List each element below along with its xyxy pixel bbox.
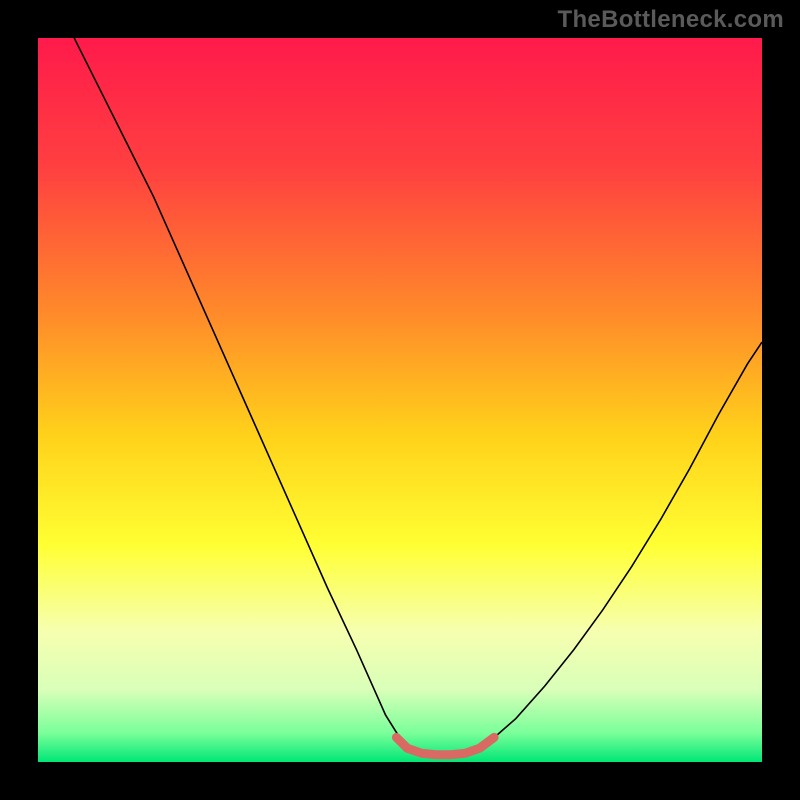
plot-area	[38, 38, 762, 762]
bottleneck-curve-chart	[38, 38, 762, 762]
chart-frame: TheBottleneck.com	[0, 0, 800, 800]
watermark-text: TheBottleneck.com	[558, 6, 784, 34]
gradient-background	[38, 38, 762, 762]
